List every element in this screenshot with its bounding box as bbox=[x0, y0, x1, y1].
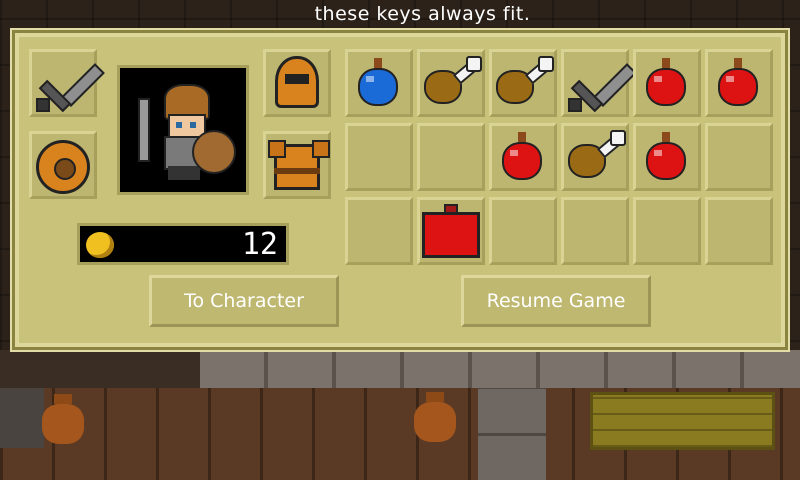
treasure-chest[interactable] bbox=[590, 392, 775, 450]
backpack-slot-empty[interactable] bbox=[561, 197, 629, 265]
red-potion-icon bbox=[492, 126, 554, 188]
sword-icon bbox=[564, 52, 637, 114]
red-potion-icon bbox=[636, 52, 698, 114]
equip-slot-weapon[interactable] bbox=[29, 49, 105, 117]
stone-block-left bbox=[0, 388, 44, 448]
to-character-button[interactable]: To Character bbox=[149, 275, 339, 327]
backpack-slot[interactable] bbox=[345, 49, 413, 117]
dungeon-wall bbox=[0, 350, 200, 390]
red-potion-icon bbox=[708, 52, 770, 114]
hint-text: these keys always fit. bbox=[314, 3, 531, 25]
backpack-slot-empty[interactable] bbox=[705, 197, 773, 265]
backpack-slot[interactable] bbox=[489, 49, 557, 117]
backpack-slot-empty[interactable] bbox=[705, 123, 773, 191]
backpack-slot[interactable] bbox=[633, 123, 701, 191]
backpack-slot-empty[interactable] bbox=[345, 197, 413, 265]
equip-slot-body[interactable] bbox=[263, 131, 331, 199]
backpack-slot-empty[interactable] bbox=[345, 123, 413, 191]
backpack-slot-empty[interactable] bbox=[633, 197, 701, 265]
character-portrait bbox=[117, 65, 249, 195]
equip-slot-head[interactable] bbox=[263, 49, 331, 117]
hero-sprite bbox=[134, 78, 238, 188]
equip-slot-offhand[interactable] bbox=[29, 131, 97, 199]
shield-icon bbox=[32, 134, 94, 196]
red-potion-icon bbox=[636, 126, 698, 188]
meat-icon bbox=[492, 52, 554, 114]
backpack-slot[interactable] bbox=[633, 49, 701, 117]
meat-icon bbox=[420, 52, 482, 114]
backpack-slot[interactable] bbox=[417, 197, 485, 265]
helmet-icon bbox=[266, 52, 328, 114]
meat-icon bbox=[564, 126, 626, 188]
backpack-slot[interactable] bbox=[705, 49, 773, 117]
blue-potion-icon bbox=[348, 52, 410, 114]
armor-icon bbox=[266, 134, 330, 196]
inventory-panel: 12 To Character Resume Game bbox=[15, 33, 785, 347]
red-potion-large-icon bbox=[420, 200, 482, 262]
resume-game-button[interactable]: Resume Game bbox=[461, 275, 651, 327]
backpack-slot[interactable] bbox=[489, 123, 557, 191]
hero-sword bbox=[138, 98, 150, 162]
clay-pot[interactable] bbox=[40, 394, 86, 446]
backpack-slot[interactable] bbox=[561, 123, 629, 191]
hero-shield bbox=[192, 130, 236, 174]
sword-icon bbox=[32, 52, 105, 114]
clay-pot[interactable] bbox=[412, 392, 458, 444]
gold-counter: 12 bbox=[77, 223, 289, 265]
backpack-slot-empty[interactable] bbox=[489, 197, 557, 265]
backpack-slot[interactable] bbox=[417, 49, 485, 117]
backpack-slot-empty[interactable] bbox=[417, 123, 485, 191]
backpack-slot[interactable] bbox=[561, 49, 637, 117]
stone-wall-row bbox=[200, 350, 800, 390]
gold-coin-icon bbox=[86, 232, 114, 258]
gold-amount: 12 bbox=[241, 227, 278, 262]
stone-pillar bbox=[478, 388, 546, 480]
